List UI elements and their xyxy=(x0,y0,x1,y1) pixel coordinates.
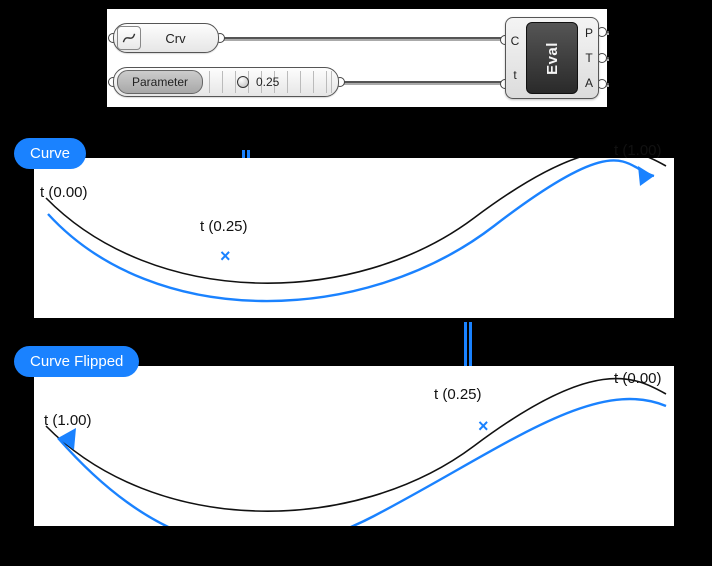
eval-label: Eval xyxy=(543,42,560,75)
eval-core: Eval xyxy=(526,22,578,94)
crv-param-component[interactable]: Crv xyxy=(113,23,219,53)
eval-output-a[interactable]: A xyxy=(585,76,593,90)
number-slider-component[interactable]: Parameter 0.25 xyxy=(113,67,339,97)
eval-outputs: P T A xyxy=(580,18,598,98)
slider-name-button[interactable]: Parameter xyxy=(117,70,203,94)
eval-input-t[interactable]: t xyxy=(513,68,516,82)
crv-label: Crv xyxy=(141,31,218,46)
t-start-label: t (0.00) xyxy=(40,184,88,201)
t-end-label: t (1.00) xyxy=(614,142,662,159)
wire-crv-to-c xyxy=(217,37,507,41)
wire-slider-to-t xyxy=(337,81,507,85)
slider-track[interactable]: 0.25 xyxy=(209,71,332,93)
t-end-label-flipped: t (0.00) xyxy=(614,370,662,387)
eval-inputs: C t xyxy=(506,18,524,98)
eval-output-p[interactable]: P xyxy=(585,26,593,40)
curve-flipped-panel: t (1.00) t (0.00) t (0.25) xyxy=(34,366,674,526)
t-mark-label-flipped: t (0.25) xyxy=(434,386,482,403)
curve-title: Curve xyxy=(30,145,70,162)
curve-flipped-title-pill: Curve Flipped xyxy=(14,346,139,377)
t-start-label-flipped: t (1.00) xyxy=(44,412,92,429)
curve-flipped-title: Curve Flipped xyxy=(30,353,123,370)
grasshopper-canvas: Crv Parameter 0.25 C t Eval P T A xyxy=(106,8,608,108)
slider-value: 0.25 xyxy=(256,75,279,89)
curve-plot xyxy=(34,158,674,318)
curve-title-pill: Curve xyxy=(14,138,86,169)
curve-flipped-plot xyxy=(34,366,674,526)
t-mark-cross-flipped xyxy=(478,420,492,434)
t-mark-cross xyxy=(220,250,234,264)
eval-input-c[interactable]: C xyxy=(511,34,520,48)
evaluate-curve-component[interactable]: C t Eval P T A xyxy=(505,17,599,99)
curve-icon xyxy=(117,26,141,50)
slider-thumb[interactable] xyxy=(237,76,249,88)
t-mark-label: t (0.25) xyxy=(200,218,248,235)
curve-panel: t (0.00) t (1.00) t (0.25) xyxy=(34,158,674,318)
eval-output-t[interactable]: T xyxy=(585,51,592,65)
